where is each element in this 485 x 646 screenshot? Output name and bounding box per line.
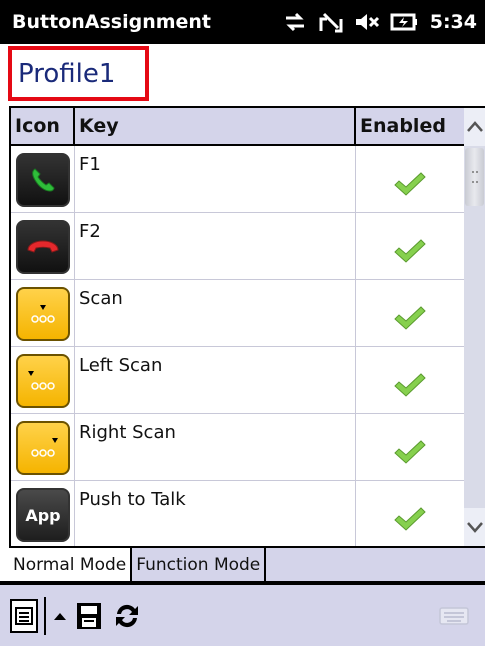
app-icon-label: App xyxy=(25,505,61,525)
no-signal-icon[interactable] xyxy=(318,11,344,33)
column-header-key[interactable]: Key xyxy=(75,108,356,144)
red-phone-icon xyxy=(16,220,70,274)
menu-icon xyxy=(15,606,33,625)
table-row[interactable]: App Push to Talk xyxy=(11,481,464,546)
save-button[interactable] xyxy=(74,599,104,633)
column-header-icon[interactable]: Icon xyxy=(11,108,75,144)
right-scan-icon xyxy=(16,421,70,475)
scan-icon xyxy=(16,287,70,341)
save-icon xyxy=(77,602,101,629)
table-row[interactable]: Right Scan xyxy=(11,414,464,481)
scroll-thumb[interactable] xyxy=(465,148,484,206)
table-header: Icon Key Enabled xyxy=(11,108,464,146)
keyboard-button[interactable] xyxy=(439,606,469,626)
scroll-down-button[interactable] xyxy=(464,508,485,546)
table-row[interactable]: F1 xyxy=(11,146,464,213)
tab-normal-mode[interactable]: Normal Mode xyxy=(9,548,133,581)
checkmark-icon[interactable] xyxy=(393,372,427,398)
green-phone-icon xyxy=(16,153,70,207)
profile-name: Profile1 xyxy=(18,58,116,89)
up-arrow-button[interactable] xyxy=(50,599,70,633)
checkmark-icon[interactable] xyxy=(393,305,427,331)
key-label: F1 xyxy=(75,146,356,212)
grip-icon xyxy=(471,171,478,183)
status-bar: ButtonAssignment 5:34 xyxy=(0,0,485,44)
key-label: Push to Talk xyxy=(75,481,356,546)
key-label: Scan xyxy=(75,280,356,346)
chevron-down-icon xyxy=(466,522,483,533)
refresh-button[interactable] xyxy=(110,599,144,633)
chevron-up-icon xyxy=(466,121,483,132)
clock: 5:34 xyxy=(429,11,477,33)
table-row[interactable]: Left Scan xyxy=(11,347,464,414)
table-row[interactable]: Scan xyxy=(11,280,464,347)
mode-tabs: Normal Mode Function Mode xyxy=(9,546,485,581)
checkmark-icon[interactable] xyxy=(393,238,427,264)
key-label: Left Scan xyxy=(75,347,356,413)
button-assignment-table: Icon Key Enabled F1 F2 Scan Left Scan Ri… xyxy=(9,106,464,546)
checkmark-icon[interactable] xyxy=(393,439,427,465)
bottom-toolbar xyxy=(0,581,485,646)
app-icon: App xyxy=(16,488,70,542)
vertical-scrollbar[interactable] xyxy=(464,106,485,546)
keyboard-icon xyxy=(439,606,469,625)
volume-muted-icon[interactable] xyxy=(354,11,380,33)
table-row[interactable]: F2 xyxy=(11,213,464,280)
status-icons: 5:34 xyxy=(282,11,477,33)
tab-function-mode[interactable]: Function Mode xyxy=(132,548,267,581)
key-label: F2 xyxy=(75,213,356,279)
scroll-up-button[interactable] xyxy=(464,108,485,146)
left-scan-icon xyxy=(16,354,70,408)
profile-title[interactable]: Profile1 xyxy=(8,46,149,101)
menu-button[interactable] xyxy=(10,598,38,633)
app-title: ButtonAssignment xyxy=(12,11,212,33)
up-arrow-icon xyxy=(54,612,66,620)
battery-charging-icon[interactable] xyxy=(390,11,417,33)
checkmark-icon[interactable] xyxy=(393,171,427,197)
connectivity-icon[interactable] xyxy=(282,11,308,33)
refresh-icon xyxy=(116,604,138,627)
toolbar-divider xyxy=(44,596,46,635)
checkmark-icon[interactable] xyxy=(393,506,427,532)
key-label: Right Scan xyxy=(75,414,356,480)
column-header-enabled[interactable]: Enabled xyxy=(356,108,464,144)
